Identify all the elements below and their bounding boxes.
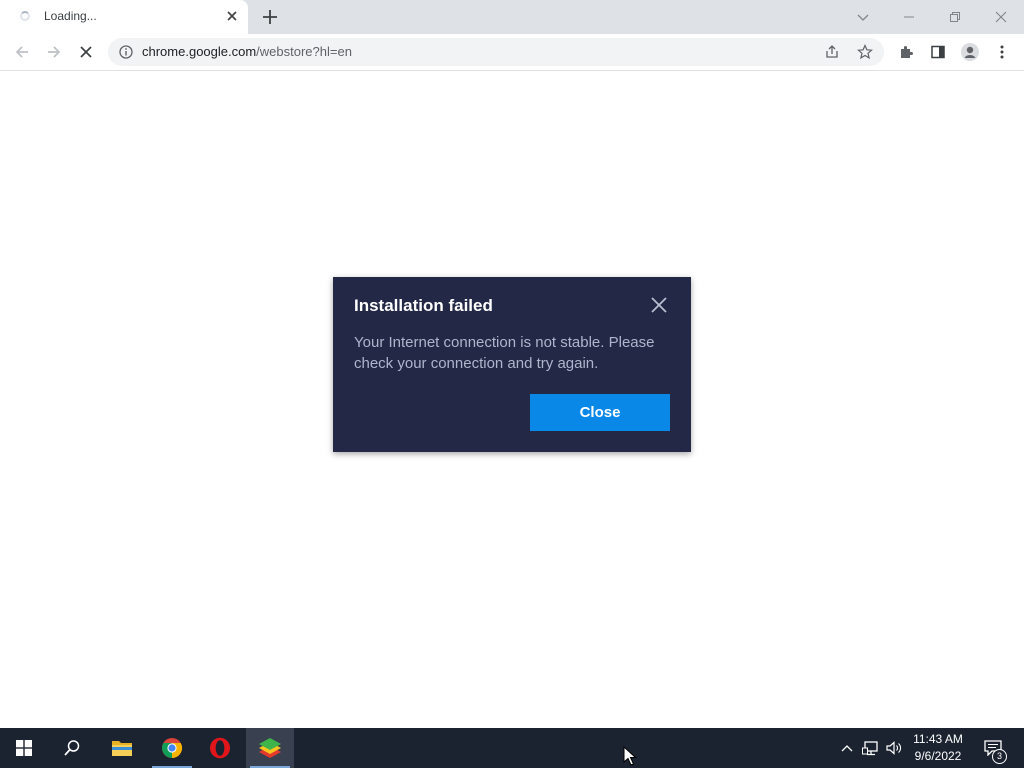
profile-avatar-icon[interactable] <box>958 40 982 64</box>
chrome-icon <box>162 738 183 759</box>
window-close-icon[interactable] <box>978 0 1024 34</box>
bluestacks-icon <box>259 738 281 758</box>
browser-tab[interactable]: Loading... <box>0 0 248 34</box>
volume-icon[interactable] <box>884 728 904 768</box>
loading-spinner-icon <box>20 11 30 21</box>
url-host: chrome.google.com <box>142 44 257 59</box>
dialog-title: Installation failed <box>354 296 493 315</box>
url-text: chrome.google.com/webstore?hl=en <box>142 44 352 59</box>
mouse-cursor-icon <box>623 746 637 766</box>
extensions-icon[interactable] <box>894 40 918 64</box>
close-button[interactable]: Close <box>530 394 670 431</box>
dialog-message: Your Internet connection is not stable. … <box>354 334 655 372</box>
tab-search-icon[interactable] <box>840 0 886 34</box>
tab-title: Loading... <box>44 9 97 23</box>
new-tab-icon[interactable] <box>260 7 280 27</box>
share-icon[interactable] <box>824 44 840 60</box>
restore-icon[interactable] <box>932 0 978 34</box>
browser-toolbar: chrome.google.com/webstore?hl=en <box>0 34 1024 71</box>
notification-count-badge: 3 <box>992 749 1007 764</box>
minimize-icon[interactable] <box>886 0 932 34</box>
opera-icon <box>210 737 230 759</box>
site-info-icon[interactable] <box>119 45 133 59</box>
tab-close-icon[interactable] <box>224 8 240 24</box>
start-button[interactable] <box>0 728 48 768</box>
network-icon[interactable] <box>860 728 882 768</box>
side-panel-icon[interactable] <box>926 40 950 64</box>
notification-center-button[interactable]: 3 <box>978 728 1008 768</box>
forward-icon[interactable] <box>42 40 66 64</box>
taskbar-clock[interactable]: 11:43 AM 9/6/2022 <box>906 731 970 765</box>
stop-loading-icon[interactable] <box>74 40 98 64</box>
taskbar-bluestacks[interactable] <box>246 728 294 768</box>
menu-kebab-icon[interactable] <box>990 40 1014 64</box>
taskbar-opera[interactable] <box>196 728 244 768</box>
windows-logo-icon <box>16 740 32 756</box>
file-explorer-icon <box>112 741 132 756</box>
windows-taskbar: 11:43 AM 9/6/2022 3 <box>0 728 1024 768</box>
tab-strip: Loading... <box>0 0 1024 34</box>
url-path: /webstore?hl=en <box>256 44 352 59</box>
search-icon <box>64 740 80 756</box>
dialog-close-icon[interactable] <box>649 295 669 315</box>
installation-failed-dialog: Installation failed Your Internet connec… <box>333 277 691 452</box>
show-hidden-icons-icon[interactable] <box>838 728 856 768</box>
clock-time: 11:43 AM <box>913 732 963 746</box>
bookmark-star-icon[interactable] <box>857 44 873 60</box>
clock-date: 9/6/2022 <box>914 749 962 763</box>
back-icon[interactable] <box>10 40 34 64</box>
taskbar-search-button[interactable] <box>48 728 96 768</box>
taskbar-chrome[interactable] <box>148 728 196 768</box>
address-bar[interactable]: chrome.google.com/webstore?hl=en <box>108 38 884 66</box>
taskbar-file-explorer[interactable] <box>98 728 146 768</box>
